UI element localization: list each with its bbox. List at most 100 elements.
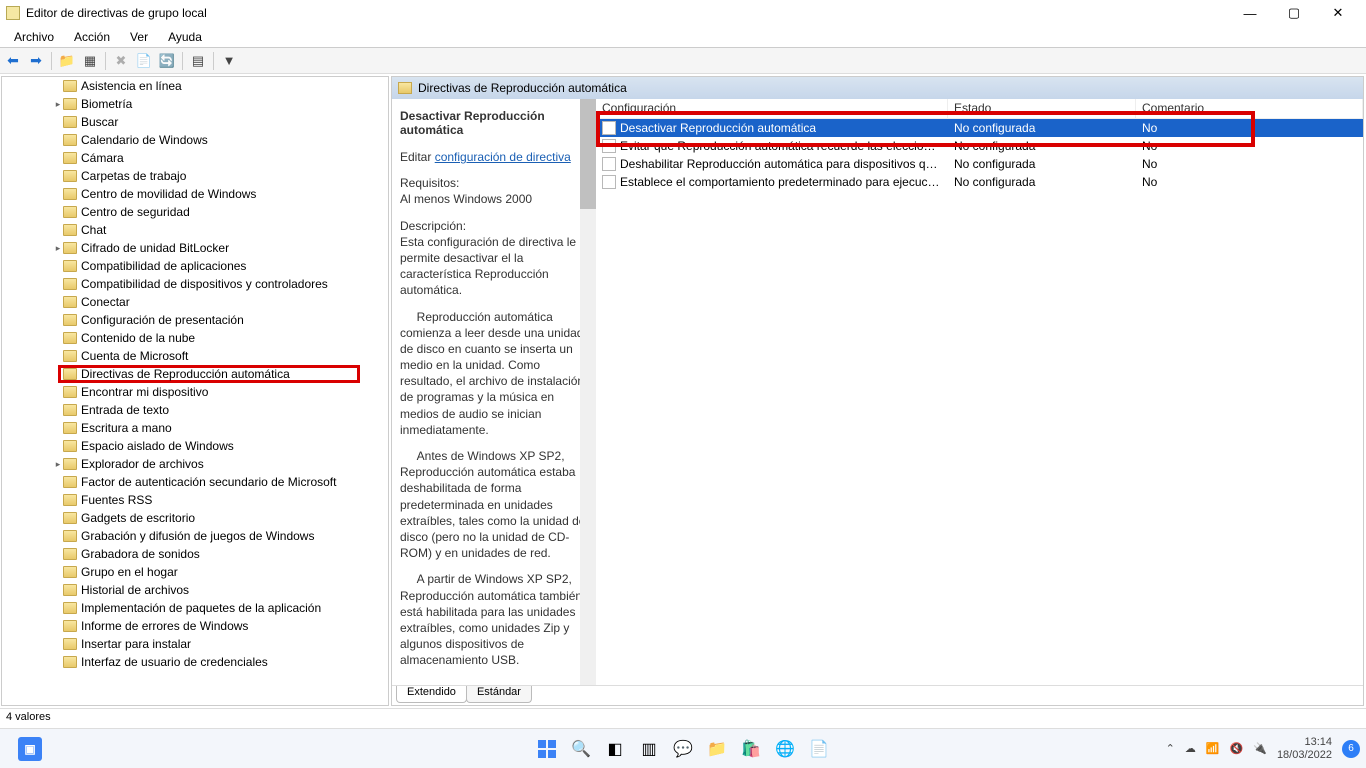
tree-item[interactable]: Grabadora de sonidos xyxy=(2,545,388,563)
tree-item[interactable]: Gadgets de escritorio xyxy=(2,509,388,527)
folder-icon xyxy=(63,332,77,344)
folder-icon xyxy=(63,278,77,290)
tree-item[interactable]: Carpetas de trabajo xyxy=(2,167,388,185)
tree-item[interactable]: Historial de archivos xyxy=(2,581,388,599)
edit-policy-link[interactable]: configuración de directiva xyxy=(435,150,571,164)
folder-icon xyxy=(63,368,77,380)
list-row[interactable]: Evitar que Reproducción automática recue… xyxy=(596,137,1363,155)
minimize-button[interactable]: — xyxy=(1228,0,1272,26)
clock-time: 13:14 xyxy=(1277,736,1332,749)
list-row[interactable]: Deshabilitar Reproducción automática par… xyxy=(596,155,1363,173)
folder-icon xyxy=(63,458,77,470)
tab-standard[interactable]: Estándar xyxy=(466,686,532,703)
tree-item[interactable]: ▸Cifrado de unidad BitLocker xyxy=(2,239,388,257)
up-button[interactable]: 📁 xyxy=(56,50,78,72)
menu-help[interactable]: Ayuda xyxy=(158,28,212,46)
col-state[interactable]: Estado xyxy=(948,99,1136,118)
tree-item[interactable]: Escritura a mano xyxy=(2,419,388,437)
properties-button[interactable]: ▤ xyxy=(187,50,209,72)
menu-view[interactable]: Ver xyxy=(120,28,158,46)
export-button[interactable]: 📄 xyxy=(133,50,155,72)
tree-item[interactable]: Centro de seguridad xyxy=(2,203,388,221)
row-state: No configurada xyxy=(948,121,1136,135)
col-comment[interactable]: Comentario xyxy=(1136,99,1363,118)
policy-icon xyxy=(602,139,616,153)
tree-item[interactable]: Configuración de presentación xyxy=(2,311,388,329)
back-button[interactable] xyxy=(2,50,24,72)
edge-icon[interactable]: 🌐 xyxy=(773,737,797,761)
refresh-button[interactable]: 🔄 xyxy=(156,50,178,72)
tab-extended[interactable]: Extendido xyxy=(396,686,467,703)
tree-item[interactable]: Cámara xyxy=(2,149,388,167)
list-row[interactable]: Desactivar Reproducción automáticaNo con… xyxy=(596,119,1363,137)
explorer-icon[interactable]: 📁 xyxy=(705,737,729,761)
tree-item[interactable]: Chat xyxy=(2,221,388,239)
tree-item[interactable]: Fuentes RSS xyxy=(2,491,388,509)
menu-action[interactable]: Acción xyxy=(64,28,120,46)
arrow-left-icon xyxy=(7,52,19,69)
folder-icon xyxy=(63,494,77,506)
tree-item[interactable]: Factor de autenticación secundario de Mi… xyxy=(2,473,388,491)
list-row[interactable]: Establece el comportamiento predetermina… xyxy=(596,173,1363,191)
tray-wifi-icon[interactable]: 📶 xyxy=(1206,742,1220,755)
tree-item[interactable]: Compatibilidad de aplicaciones xyxy=(2,257,388,275)
tree-item[interactable]: Centro de movilidad de Windows xyxy=(2,185,388,203)
tree-item[interactable]: Espacio aislado de Windows xyxy=(2,437,388,455)
tree-item-label: Calendario de Windows xyxy=(81,133,208,147)
search-icon[interactable]: 🔍 xyxy=(569,737,593,761)
start-menu-icon[interactable] xyxy=(535,737,559,761)
tree-item[interactable]: Buscar xyxy=(2,113,388,131)
tree-item[interactable]: Conectar xyxy=(2,293,388,311)
description-p3: Antes de Windows XP SP2, Reproducción au… xyxy=(400,449,585,560)
tree-item[interactable]: Grupo en el hogar xyxy=(2,563,388,581)
tree-item[interactable]: Interfaz de usuario de credenciales xyxy=(2,653,388,671)
filter-button[interactable]: ▼ xyxy=(218,50,240,72)
delete-button[interactable]: ✖ xyxy=(110,50,132,72)
requirements-label: Requisitos: xyxy=(400,176,459,190)
expand-icon[interactable]: ▸ xyxy=(53,459,63,470)
tree-item[interactable]: ▸Biometría xyxy=(2,95,388,113)
chat-icon[interactable]: 💬 xyxy=(671,737,695,761)
maximize-button[interactable]: ▢ xyxy=(1272,0,1316,26)
start-button[interactable]: ▣ xyxy=(18,737,42,761)
store-icon[interactable]: 🛍️ xyxy=(739,737,763,761)
tree-item[interactable]: Contenido de la nube xyxy=(2,329,388,347)
tree-item[interactable]: Insertar para instalar xyxy=(2,635,388,653)
expand-icon[interactable]: ▸ xyxy=(53,99,63,110)
folder-icon xyxy=(63,80,77,92)
tree-item[interactable]: Grabación y difusión de juegos de Window… xyxy=(2,527,388,545)
description-scrollbar[interactable] xyxy=(580,99,596,685)
tray-volume-icon[interactable]: 🔇 xyxy=(1230,742,1244,755)
tray-onedrive-icon[interactable]: ☁ xyxy=(1185,742,1196,755)
tree-item-label: Entrada de texto xyxy=(81,403,169,417)
clock[interactable]: 13:14 18/03/2022 xyxy=(1277,736,1332,761)
app-icon xyxy=(6,6,20,20)
tree-item[interactable]: Encontrar mi dispositivo xyxy=(2,383,388,401)
gpedit-task-icon[interactable]: 📄 xyxy=(807,737,831,761)
expand-icon[interactable]: ▸ xyxy=(53,243,63,254)
tree-item[interactable]: Entrada de texto xyxy=(2,401,388,419)
show-hide-tree-button[interactable]: ▦ xyxy=(79,50,101,72)
tree-item[interactable]: Asistencia en línea xyxy=(2,77,388,95)
taskview-icon[interactable]: ◧ xyxy=(603,737,627,761)
widgets-icon[interactable]: ▥ xyxy=(637,737,661,761)
forward-button[interactable] xyxy=(25,50,47,72)
tree-item[interactable]: Compatibilidad de dispositivos y control… xyxy=(2,275,388,293)
tree-item[interactable]: Directivas de Reproducción automática xyxy=(58,365,360,383)
tree-item[interactable]: ▸Explorador de archivos xyxy=(2,455,388,473)
tree-item[interactable]: Informe de errores de Windows xyxy=(2,617,388,635)
tray-chevron-icon[interactable]: ⌃ xyxy=(1166,742,1175,755)
tree-scroll[interactable]: Asistencia en línea▸BiometríaBuscar Calen… xyxy=(2,77,388,705)
tree-item[interactable]: Cuenta de Microsoft xyxy=(2,347,388,365)
row-comment: No xyxy=(1136,175,1363,189)
folder-icon xyxy=(63,404,77,416)
tree-item-label: Grabación y difusión de juegos de Window… xyxy=(81,529,314,543)
tray-power-icon[interactable]: 🔌 xyxy=(1253,742,1267,755)
col-configuration[interactable]: Configuración xyxy=(596,99,948,118)
tree-item[interactable]: Implementación de paquetes de la aplicac… xyxy=(2,599,388,617)
tree-item[interactable]: Calendario de Windows xyxy=(2,131,388,149)
menu-file[interactable]: Archivo xyxy=(4,28,64,46)
right-pane: Directivas de Reproducción automática De… xyxy=(391,76,1364,706)
notification-badge[interactable]: 6 xyxy=(1342,740,1360,758)
close-button[interactable]: ✕ xyxy=(1316,0,1360,26)
